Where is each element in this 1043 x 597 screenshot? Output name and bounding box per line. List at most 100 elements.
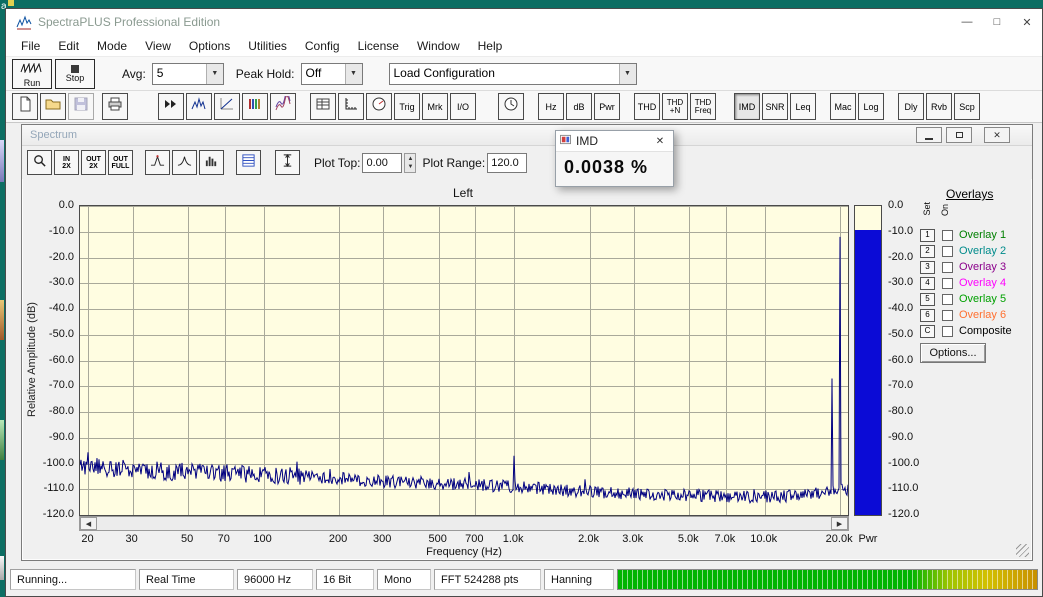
plot-h-scrollbar[interactable]: ◀ ▶ [79, 516, 849, 531]
spinner-up-icon[interactable]: ▲ [408, 155, 414, 163]
x-tick-label: 20 [81, 533, 94, 545]
zoom-out-full-button[interactable]: OUT FULL [108, 150, 133, 175]
overlay-set-button-3[interactable]: 3 [920, 260, 935, 274]
reverb-button[interactable]: Rvb [926, 93, 952, 120]
plot-top-input[interactable]: 0.00 [362, 152, 403, 173]
spectrum-plot[interactable] [79, 205, 849, 516]
hz-units-label: Hz [545, 101, 557, 112]
overlay-checkbox-5[interactable] [942, 293, 953, 305]
menu-window[interactable]: Window [408, 37, 469, 55]
menu-mode[interactable]: Mode [88, 37, 136, 55]
resize-grip[interactable] [1016, 544, 1029, 557]
spectrum-restore-icon[interactable] [946, 127, 972, 143]
line-display-button[interactable] [172, 150, 197, 175]
overlay-checkbox-6[interactable] [942, 309, 953, 321]
power-units-button[interactable]: Pwr [594, 93, 620, 120]
overlay-set-button-5[interactable]: 5 [920, 292, 935, 306]
stop-button[interactable]: Stop [55, 58, 95, 89]
spectrum-minimize-icon[interactable] [916, 127, 942, 143]
menu-options[interactable]: Options [180, 37, 239, 55]
menu-config[interactable]: Config [296, 37, 349, 55]
overlay-checkbox-4[interactable] [942, 277, 953, 289]
run-button[interactable]: Run [12, 58, 52, 89]
db-units-label: dB [573, 101, 585, 112]
save-file-button[interactable] [68, 93, 94, 120]
close-icon[interactable]: ✕ [1012, 9, 1042, 35]
overlay-set-button-2[interactable]: 2 [920, 244, 935, 258]
maximize-icon[interactable]: □ [982, 9, 1012, 35]
open-file-button[interactable] [40, 93, 66, 120]
plot-range-input[interactable]: 120.0 [487, 152, 528, 173]
thd-label: THD [637, 101, 657, 112]
menu-utilities[interactable]: Utilities [239, 37, 296, 55]
trigger-button[interactable]: Trig [394, 93, 420, 120]
menu-help[interactable]: Help [469, 37, 512, 55]
menu-view[interactable]: View [136, 37, 180, 55]
markers-button[interactable]: Mrk [422, 93, 448, 120]
zoom-in-2x-button[interactable]: IN 2X [54, 150, 79, 175]
leq-button[interactable]: Leq [790, 93, 816, 120]
zoom-in-2x-label: IN [63, 155, 70, 163]
spinner-down-icon[interactable]: ▼ [408, 163, 414, 171]
overlay-checkbox-c[interactable] [942, 325, 953, 337]
menu-license[interactable]: License [349, 37, 408, 55]
chevron-down-icon[interactable]: ▼ [205, 63, 223, 84]
overlay-set-button-6[interactable]: 6 [920, 308, 935, 322]
zoom-button[interactable] [27, 150, 52, 175]
surface-icon [275, 92, 291, 117]
minimize-icon[interactable]: — [952, 9, 982, 35]
spectrogram-view-button[interactable] [242, 93, 268, 120]
macro-button[interactable]: Mac [830, 93, 856, 120]
new-file-button[interactable] [12, 93, 38, 120]
delay-button[interactable]: Dly [898, 93, 924, 120]
scope-button[interactable]: Scp [954, 93, 980, 120]
overlay-label: Overlay 2 [959, 245, 1007, 257]
axis-scale-button[interactable] [338, 93, 364, 120]
imd-button[interactable]: IMD [734, 93, 760, 120]
bar-display-button[interactable] [199, 150, 224, 175]
peak-hold-dropdown[interactable]: Off ▼ [300, 62, 363, 85]
x-tick-label: 200 [328, 533, 348, 545]
scrollbar-track[interactable] [97, 517, 831, 530]
power-scale-label: -100.0 [888, 456, 920, 469]
print-button[interactable] [102, 93, 128, 120]
input-output-button[interactable]: I/O [450, 93, 476, 120]
hz-units-button[interactable]: Hz [538, 93, 564, 120]
db-units-button[interactable]: dB [566, 93, 592, 120]
overlay-set-button-1[interactable]: 1 [920, 228, 935, 242]
imd-close-icon[interactable]: ✕ [651, 136, 669, 147]
plot-top-spinner[interactable]: ▲ ▼ [404, 152, 417, 173]
thd-button[interactable]: THD [634, 93, 660, 120]
data-grid-button[interactable] [236, 150, 261, 175]
thd-freq-button[interactable]: THD Freq [690, 93, 716, 120]
zoom-out-2x-button[interactable]: OUT 2X [81, 150, 106, 175]
load-configuration-dropdown[interactable]: Load Configuration ▼ [388, 62, 637, 85]
spectrum-view-button[interactable] [186, 93, 212, 120]
scale-icon [343, 96, 359, 117]
snr-button[interactable]: SNR [762, 93, 788, 120]
overlay-set-button-4[interactable]: 4 [920, 276, 935, 290]
scroll-right-icon[interactable]: ▶ [831, 517, 848, 530]
peak-display-button[interactable] [145, 150, 170, 175]
avg-dropdown[interactable]: 5 ▼ [151, 62, 224, 85]
overlay-checkbox-1[interactable] [942, 229, 953, 241]
overlay-options-button[interactable]: Options... [920, 343, 986, 363]
log-button[interactable]: Log [858, 93, 884, 120]
menu-file[interactable]: File [12, 37, 49, 55]
spectrum-close-icon[interactable]: ✕ [984, 127, 1010, 143]
overlay-checkbox-2[interactable] [942, 245, 953, 257]
timer-button[interactable] [498, 93, 524, 120]
chevron-down-icon[interactable]: ▼ [618, 63, 636, 84]
thd-n-button[interactable]: THD +N [662, 93, 688, 120]
surface-view-button[interactable] [270, 92, 296, 120]
phase-view-button[interactable] [214, 93, 240, 120]
overlay-checkbox-3[interactable] [942, 261, 953, 273]
plot-cursor-button[interactable] [275, 150, 300, 175]
overlay-set-button-c[interactable]: C [920, 324, 935, 338]
menu-edit[interactable]: Edit [49, 37, 88, 55]
fast-forward-button[interactable] [158, 93, 184, 120]
dial-meter-button[interactable] [366, 93, 392, 120]
data-table-button[interactable] [310, 93, 336, 120]
scroll-left-icon[interactable]: ◀ [80, 517, 97, 530]
chevron-down-icon[interactable]: ▼ [344, 63, 362, 84]
